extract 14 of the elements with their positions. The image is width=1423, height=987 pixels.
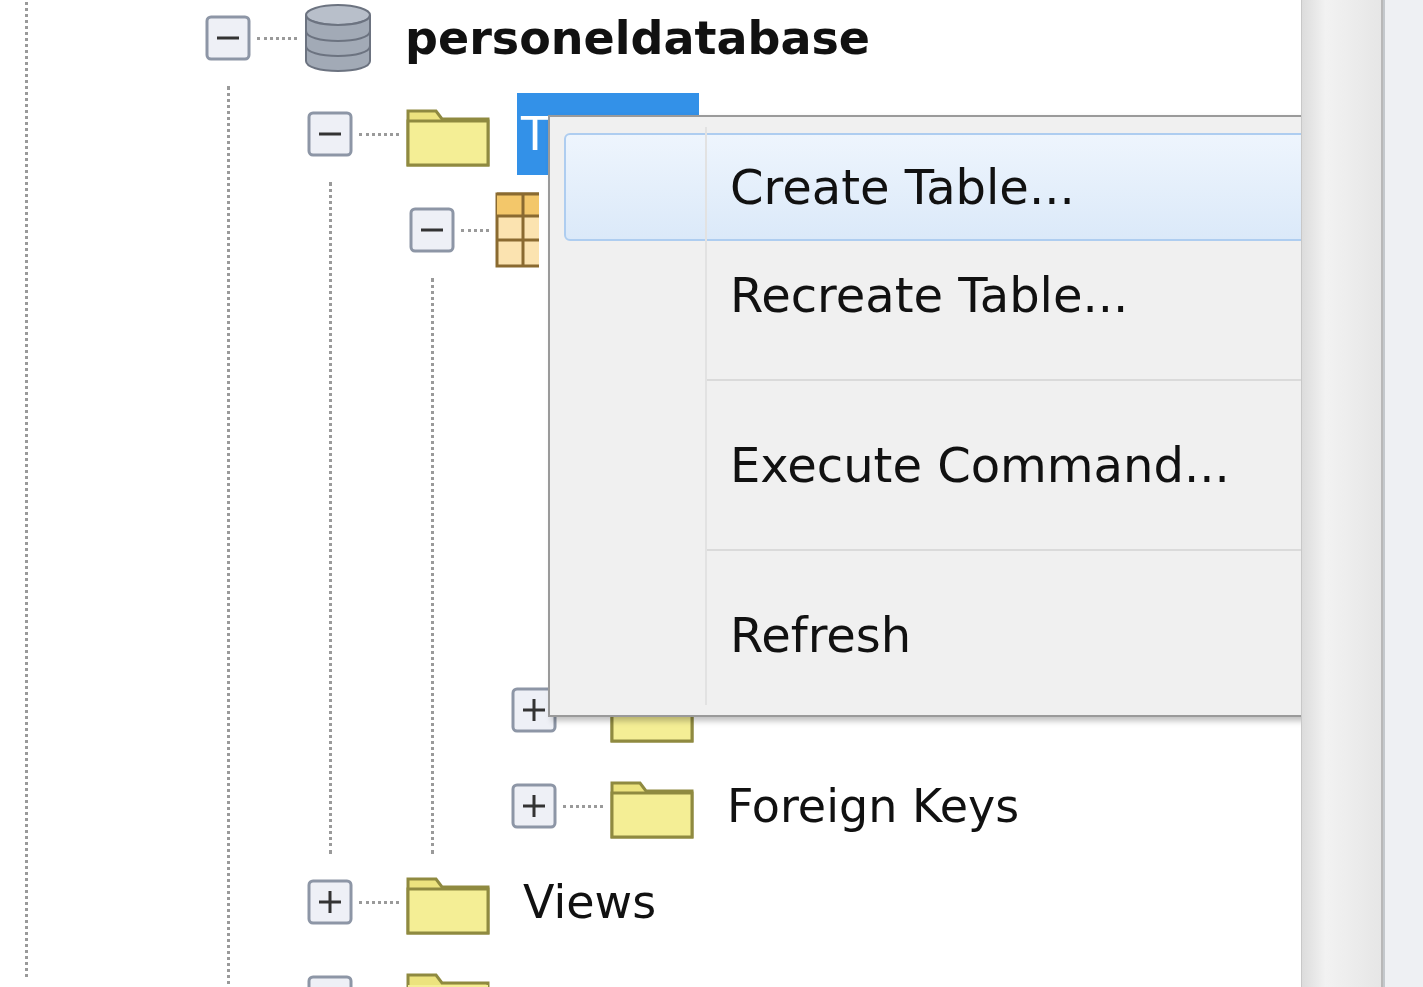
menu-item[interactable]: Recreate Table... bbox=[564, 241, 1301, 349]
menu-item[interactable]: Create Table... bbox=[564, 133, 1301, 241]
menu-item[interactable]: Refresh bbox=[564, 581, 1301, 689]
collapse-icon[interactable] bbox=[205, 15, 251, 61]
menu-item[interactable]: Execute Command... bbox=[564, 411, 1301, 519]
database-icon bbox=[303, 3, 373, 73]
tree-item-label[interactable]: personeldatabase bbox=[399, 0, 877, 79]
table-icon bbox=[495, 192, 539, 268]
collapse-icon[interactable] bbox=[307, 111, 353, 157]
tree-item-label[interactable]: Foreign Keys bbox=[721, 765, 1026, 847]
scrollbar[interactable] bbox=[1301, 0, 1383, 987]
collapse-icon[interactable] bbox=[409, 207, 455, 253]
folder-icon bbox=[405, 973, 491, 987]
tree-item-label[interactable]: Views bbox=[517, 861, 663, 943]
